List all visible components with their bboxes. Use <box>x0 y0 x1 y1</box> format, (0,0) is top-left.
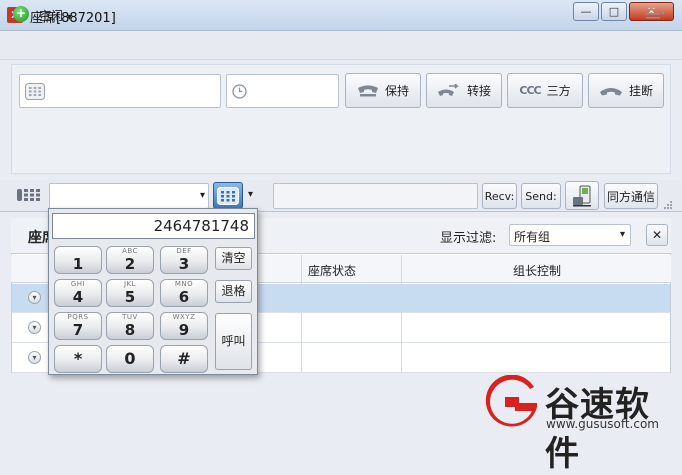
status-bar <box>0 32 682 60</box>
three-way-label: 三方 <box>546 84 571 98</box>
handset-transfer-icon <box>437 83 459 96</box>
status-dropdown[interactable]: 空闲 ▾ <box>39 7 72 24</box>
status-label: 空闲 <box>39 9 64 23</box>
handset-hangup-icon <box>599 87 622 95</box>
dial-key-6[interactable]: MNO 6 <box>160 279 208 307</box>
hold-button[interactable]: 保持 <box>345 73 421 108</box>
hold-label: 保持 <box>384 84 409 98</box>
dialpad-display[interactable]: 2464781748 <box>52 213 255 239</box>
expand-row-icon[interactable]: ▾ <box>28 321 41 334</box>
chevron-down-icon: ▾ <box>66 12 72 23</box>
backspace-button[interactable]: 退格 <box>215 280 252 303</box>
clear-button[interactable]: 清空 <box>215 247 252 270</box>
keypad-icon <box>217 187 239 205</box>
dial-key-9[interactable]: WXYZ 9 <box>160 312 208 340</box>
recv-button[interactable]: Recv: <box>482 183 517 209</box>
filter-label: 显示过滤: <box>440 231 497 246</box>
message-field[interactable] <box>273 183 478 209</box>
dial-key-8[interactable]: TUV 8 <box>106 312 154 340</box>
three-way-button[interactable]: CCC 三方 <box>507 73 583 108</box>
expand-row-icon[interactable]: ▾ <box>28 351 41 364</box>
minimize-button[interactable]: — <box>573 2 599 21</box>
menu-icon[interactable] <box>646 9 666 19</box>
expand-row-icon[interactable]: ▾ <box>28 291 41 304</box>
phone-number-field[interactable] <box>19 74 221 108</box>
maximize-button[interactable]: □ <box>601 2 627 21</box>
hangup-label: 挂断 <box>628 84 653 98</box>
dial-key-hash[interactable]: # <box>160 345 208 373</box>
handset-hold-icon <box>357 85 378 96</box>
status-online-icon: + <box>13 6 29 22</box>
dial-key-7[interactable]: PQRS 7 <box>54 312 102 340</box>
column-divider <box>301 255 302 373</box>
watermark-logo <box>485 375 537 427</box>
phone-keypad-icon[interactable] <box>17 186 41 204</box>
column-leader-control[interactable]: 组长控制 <box>513 262 561 279</box>
hangup-button[interactable]: 挂断 <box>588 73 664 108</box>
chevron-down-icon[interactable]: ▾ <box>200 190 205 201</box>
chevron-down-icon[interactable]: ▾ <box>248 189 253 200</box>
group-filter-value: 所有组 <box>514 230 551 244</box>
resize-grip-icon[interactable] <box>663 200 673 210</box>
phone-device-icon <box>573 185 591 206</box>
chevron-down-icon: ▾ <box>619 229 625 240</box>
dial-key-3[interactable]: DEF 3 <box>160 246 208 274</box>
dial-key-star[interactable]: * <box>54 345 102 373</box>
dial-key-0[interactable]: 0 <box>106 345 154 373</box>
dial-key-1[interactable]: 1 <box>54 246 102 274</box>
conference-icon: CCC <box>519 84 541 97</box>
close-icon: ✕ <box>651 228 663 242</box>
dial-key-5[interactable]: JKL 5 <box>106 279 154 307</box>
group-filter-select[interactable]: 所有组 ▾ <box>509 224 631 246</box>
send-button[interactable]: Send: <box>521 183 561 209</box>
dialpad-toggle-button[interactable] <box>213 182 243 209</box>
call-timer-field <box>226 74 339 108</box>
watermark-url: www.gususoft.com <box>546 417 659 431</box>
close-panel-button[interactable]: ✕ <box>646 224 668 246</box>
dial-number-combo[interactable]: ▾ <box>49 183 209 209</box>
column-divider <box>401 255 402 373</box>
call-button[interactable]: 呼叫 <box>215 313 252 370</box>
dial-key-2[interactable]: ABC 2 <box>106 246 154 274</box>
device-button[interactable] <box>565 181 599 210</box>
dial-key-4[interactable]: GHI 4 <box>54 279 102 307</box>
column-seat-status[interactable]: 座席状态 <box>308 262 356 279</box>
transfer-button[interactable]: 转接 <box>426 73 502 108</box>
keypad-icon <box>25 83 45 100</box>
sync-communication-button[interactable]: 同方通信 <box>604 183 658 209</box>
transfer-label: 转接 <box>466 84 491 98</box>
clock-icon <box>232 84 247 99</box>
